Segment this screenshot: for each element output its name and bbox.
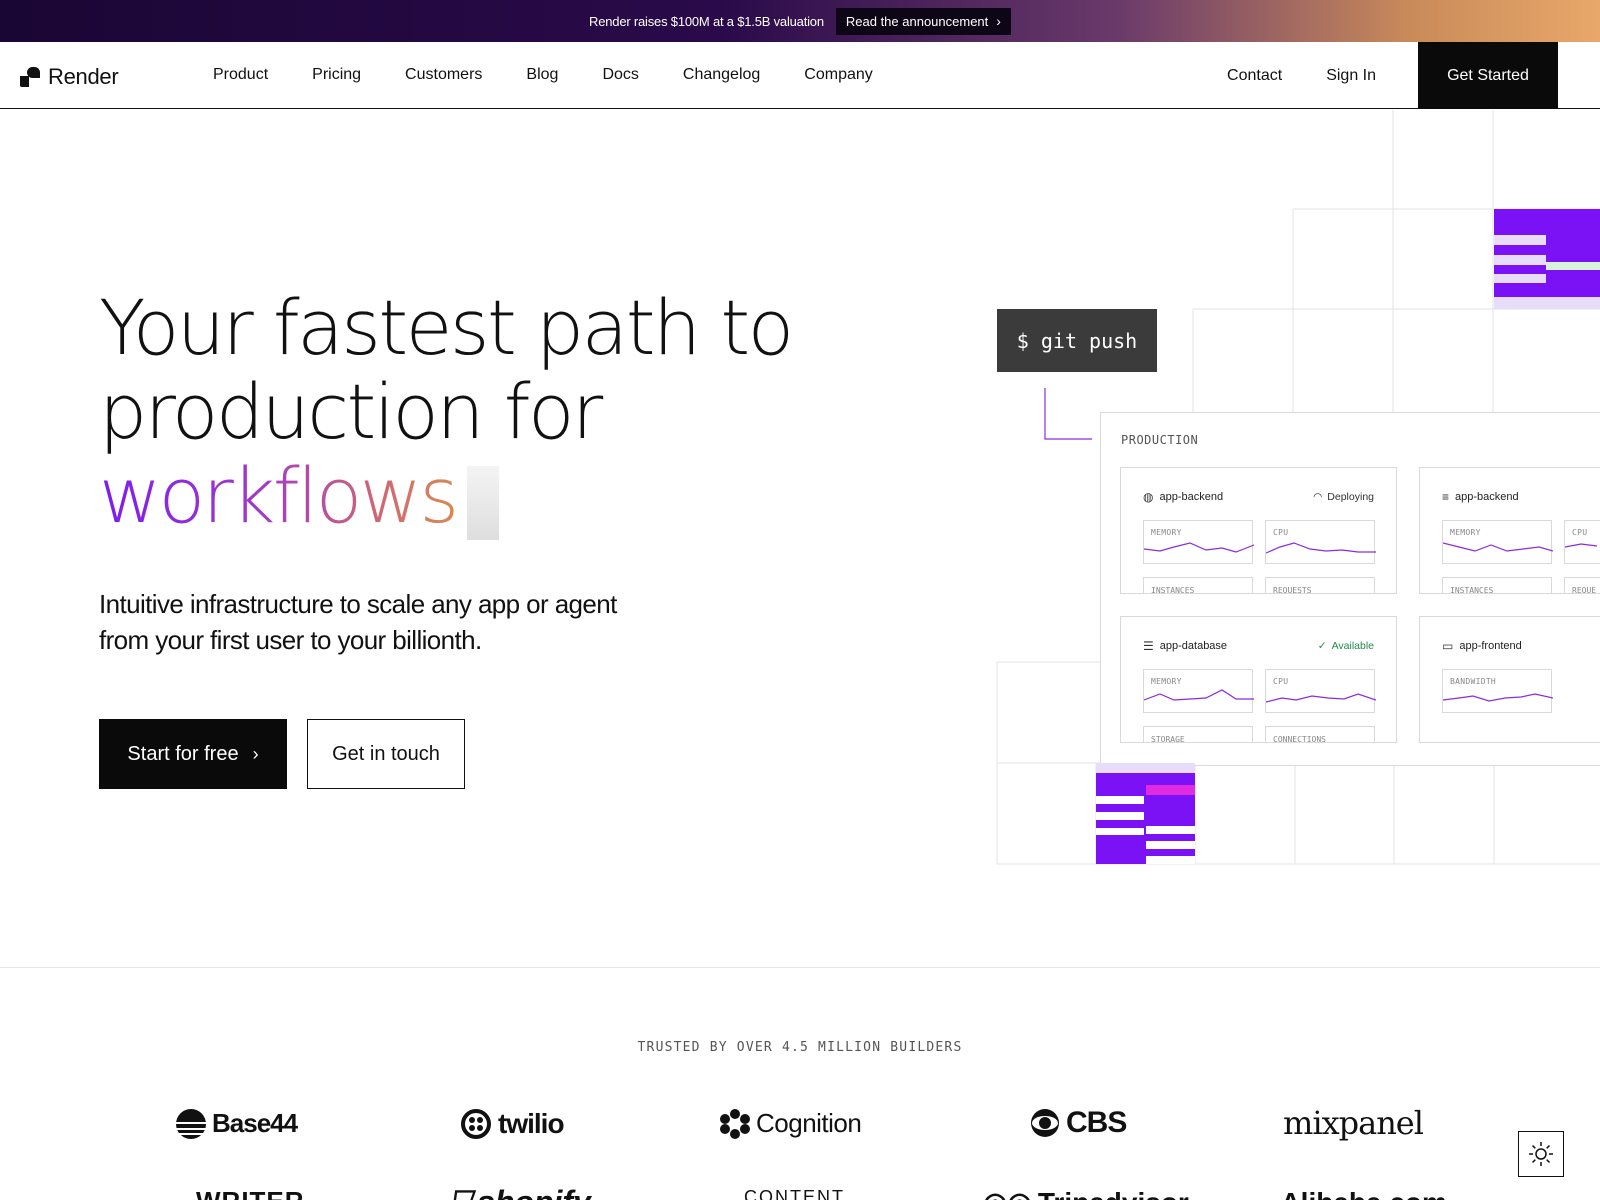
hero-subtitle-line2: from your first user to your billionth.: [99, 625, 482, 655]
git-push-command: $ git push: [997, 309, 1157, 372]
metric-memory: MEMORY: [1143, 669, 1254, 713]
typing-cursor: [466, 466, 499, 540]
metric-connections: CONNECTIONS: [1265, 726, 1375, 742]
globe-icon: ◍: [1143, 490, 1154, 504]
metric-cpu: CPU: [1564, 520, 1600, 564]
section-divider: [0, 967, 1600, 968]
shopify-bag-icon: ⛉: [450, 1186, 471, 1200]
base44-icon: [176, 1108, 206, 1139]
theme-toggle-button[interactable]: [1518, 1131, 1564, 1177]
alibaba-smile-icon: ◡: [1250, 1186, 1274, 1200]
sun-icon: [1529, 1142, 1553, 1166]
nav-link-blog[interactable]: Blog: [526, 66, 558, 84]
announcement-link[interactable]: Read the announcement ›: [835, 7, 1011, 35]
sign-in-link[interactable]: Sign In: [1326, 67, 1376, 85]
metric-cpu: CPU: [1265, 520, 1376, 564]
service-card-app-database[interactable]: ☰ app-database ✓ Available MEMORY CPU ST…: [1120, 616, 1397, 743]
logo-base44: Base44: [176, 1108, 298, 1139]
decorative-block-top: [1494, 209, 1600, 309]
arrow-right-icon: ›: [252, 743, 259, 764]
sparkline: [1266, 693, 1376, 703]
top-nav: Render Product Pricing Customers Blog Do…: [0, 42, 1600, 109]
logo-shopify: ⛉ shopify: [450, 1184, 591, 1200]
announcement-link-label: Read the announcement: [845, 13, 989, 29]
announcement-text: Render raises $100M at a $1.5B valuation: [589, 13, 824, 29]
hero-title-line3: workflows: [99, 454, 859, 540]
production-panel: PRODUCTION ◍ app-backend ◠ Deploying MEM…: [1100, 412, 1600, 766]
metric-storage: STORAGE: [1143, 726, 1253, 742]
nav-link-changelog[interactable]: Changelog: [683, 66, 760, 84]
chevron-right-icon: ›: [996, 13, 1001, 29]
logo-writer: WRITER: [196, 1186, 305, 1200]
metric-memory: MEMORY: [1143, 520, 1254, 564]
sparkline: [1144, 689, 1254, 701]
get-started-button[interactable]: Get Started: [1418, 42, 1558, 109]
production-label: PRODUCTION: [1121, 433, 1199, 447]
trusted-heading: TRUSTED BY OVER 4.5 MILLION BUILDERS: [637, 1040, 963, 1055]
database-icon: ☰: [1143, 639, 1154, 653]
monitor-icon: ▭: [1442, 639, 1454, 653]
service-name: app-backend: [1159, 491, 1224, 503]
service-card-app-backend-2[interactable]: ≡ app-backend MEMORY CPU INSTANCES REQUE: [1419, 467, 1600, 594]
metric-instances: INSTANCES: [1143, 577, 1253, 593]
metric-requests: REQUE: [1564, 577, 1600, 593]
decorative-block-bottom: [1096, 763, 1195, 864]
service-name: app-backend: [1455, 491, 1519, 503]
nav-links: Product Pricing Customers Blog Docs Chan…: [213, 66, 873, 84]
list-icon: ≡: [1442, 490, 1450, 504]
logo-mixpanel: mixpanel: [1283, 1104, 1424, 1142]
metric-cpu: CPU: [1265, 669, 1376, 713]
brand-name: Render: [48, 64, 119, 89]
hero-subtitle-line1: Intuitive infrastructure to scale any ap…: [99, 589, 617, 619]
metric-memory: MEMORY: [1442, 520, 1553, 564]
twilio-icon: [461, 1109, 491, 1139]
service-status-label: Deploying: [1327, 491, 1374, 503]
hero-subtitle: Intuitive infrastructure to scale any ap…: [99, 586, 699, 658]
announcement-bar: Render raises $100M at a $1.5B valuation…: [0, 0, 1600, 42]
sparkline: [1266, 542, 1376, 554]
service-card-app-frontend[interactable]: ▭ app-frontend BANDWIDTH: [1419, 616, 1600, 743]
tripadvisor-owl-icon: ◎◎: [983, 1186, 1032, 1200]
nav-link-company[interactable]: Company: [804, 66, 872, 84]
logo-content: CONTENT: [744, 1187, 845, 1200]
service-name: app-database: [1159, 640, 1228, 652]
nav-right: Contact Sign In Get Started: [1227, 42, 1600, 109]
nav-link-docs[interactable]: Docs: [602, 66, 638, 84]
logo-cbs: CBS: [1030, 1106, 1127, 1140]
start-for-free-label: Start for free: [127, 742, 239, 765]
get-in-touch-button[interactable]: Get in touch: [307, 719, 465, 789]
metric-instances: INSTANCES: [1442, 577, 1552, 593]
sparkline: [1443, 542, 1553, 552]
sparkline: [1144, 542, 1254, 553]
metric-bandwidth: BANDWIDTH: [1442, 669, 1553, 713]
start-for-free-button[interactable]: Start for free ›: [99, 719, 287, 789]
metric-requests: REQUESTS: [1265, 577, 1375, 593]
cbs-eye-icon: [1031, 1109, 1059, 1137]
service-status-label: Available: [1331, 640, 1374, 652]
service-status: ◠ Deploying: [1313, 491, 1374, 503]
logo-cognition: Cognition: [720, 1108, 862, 1139]
service-status: ✓ Available: [1318, 640, 1374, 652]
render-logo-icon: [20, 67, 40, 87]
sparkline: [1565, 543, 1598, 548]
spinner-icon: ◠: [1313, 491, 1323, 503]
logo-alibaba: ◡ Alibaba.com: [1250, 1186, 1447, 1200]
contact-link[interactable]: Contact: [1227, 67, 1282, 85]
brand-logo[interactable]: Render: [20, 64, 119, 90]
hero-title-highlight: workflows: [99, 451, 459, 540]
nav-link-product[interactable]: Product: [213, 66, 268, 84]
hero-title-line2: production for: [99, 367, 603, 456]
nav-link-pricing[interactable]: Pricing: [312, 66, 361, 84]
service-card-app-backend[interactable]: ◍ app-backend ◠ Deploying MEMORY CPU INS…: [1120, 467, 1397, 594]
nav-link-customers[interactable]: Customers: [405, 66, 482, 84]
sparkline: [1443, 693, 1553, 702]
logo-twilio: twilio: [460, 1108, 565, 1140]
hero-title: Your fastest path to production for work…: [99, 286, 859, 540]
logo-tripadvisor: ◎◎ Tripadvisor: [983, 1186, 1189, 1200]
check-icon: ✓: [1317, 640, 1327, 652]
cognition-icon: [720, 1108, 750, 1139]
hero-title-line1: Your fastest path to: [99, 283, 794, 372]
service-name: app-frontend: [1459, 640, 1522, 652]
